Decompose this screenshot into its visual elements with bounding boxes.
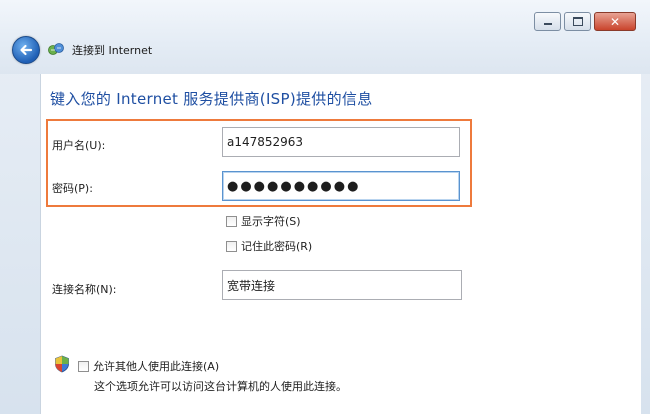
remember-password-label: 记住此密码(R)	[241, 240, 313, 253]
window-title: 连接到 Internet	[72, 44, 153, 57]
minimize-icon	[543, 23, 552, 25]
username-value: a147852963	[227, 135, 304, 149]
back-button[interactable]	[12, 36, 40, 64]
password-value: ●●●●●●●●●●	[227, 178, 361, 194]
shield-icon	[55, 355, 69, 373]
minimize-button[interactable]	[534, 12, 561, 31]
connection-name-label: 连接名称(N):	[52, 283, 117, 296]
close-button[interactable]: ✕	[594, 12, 636, 31]
allow-others-description: 这个选项允许可以访问这台计算机的人使用此连接。	[94, 380, 347, 393]
close-icon: ✕	[609, 14, 621, 29]
page-heading: 键入您的 Internet 服务提供商(ISP)提供的信息	[50, 90, 373, 108]
allow-others-checkbox[interactable]: 允许其他人使用此连接(A)	[78, 358, 219, 374]
username-label: 用户名(U):	[52, 139, 106, 152]
checkbox-box[interactable]	[226, 240, 237, 252]
caption-buttons: ✕	[534, 12, 636, 31]
connection-name-input[interactable]: 宽带连接	[222, 270, 462, 300]
remember-password-checkbox[interactable]: 记住此密码(R)	[226, 238, 312, 254]
dialog-window: ✕ 连接到 Internet 键入您的 Internet 服务提供商(ISP)提…	[0, 0, 650, 414]
checkbox-box[interactable]	[226, 215, 237, 227]
network-icon	[48, 43, 64, 55]
show-chars-checkbox[interactable]: 显示字符(S)	[226, 213, 301, 229]
show-chars-label: 显示字符(S)	[241, 215, 301, 228]
maximize-icon	[572, 17, 583, 26]
password-input[interactable]: ●●●●●●●●●●	[222, 171, 460, 201]
username-input[interactable]: a147852963	[222, 127, 460, 157]
connection-name-value: 宽带连接	[227, 278, 276, 293]
back-arrow-icon	[20, 44, 33, 56]
password-label: 密码(P):	[52, 182, 93, 195]
allow-others-label: 允许其他人使用此连接(A)	[93, 360, 220, 373]
checkbox-box[interactable]	[78, 360, 89, 372]
maximize-button[interactable]	[564, 12, 591, 31]
